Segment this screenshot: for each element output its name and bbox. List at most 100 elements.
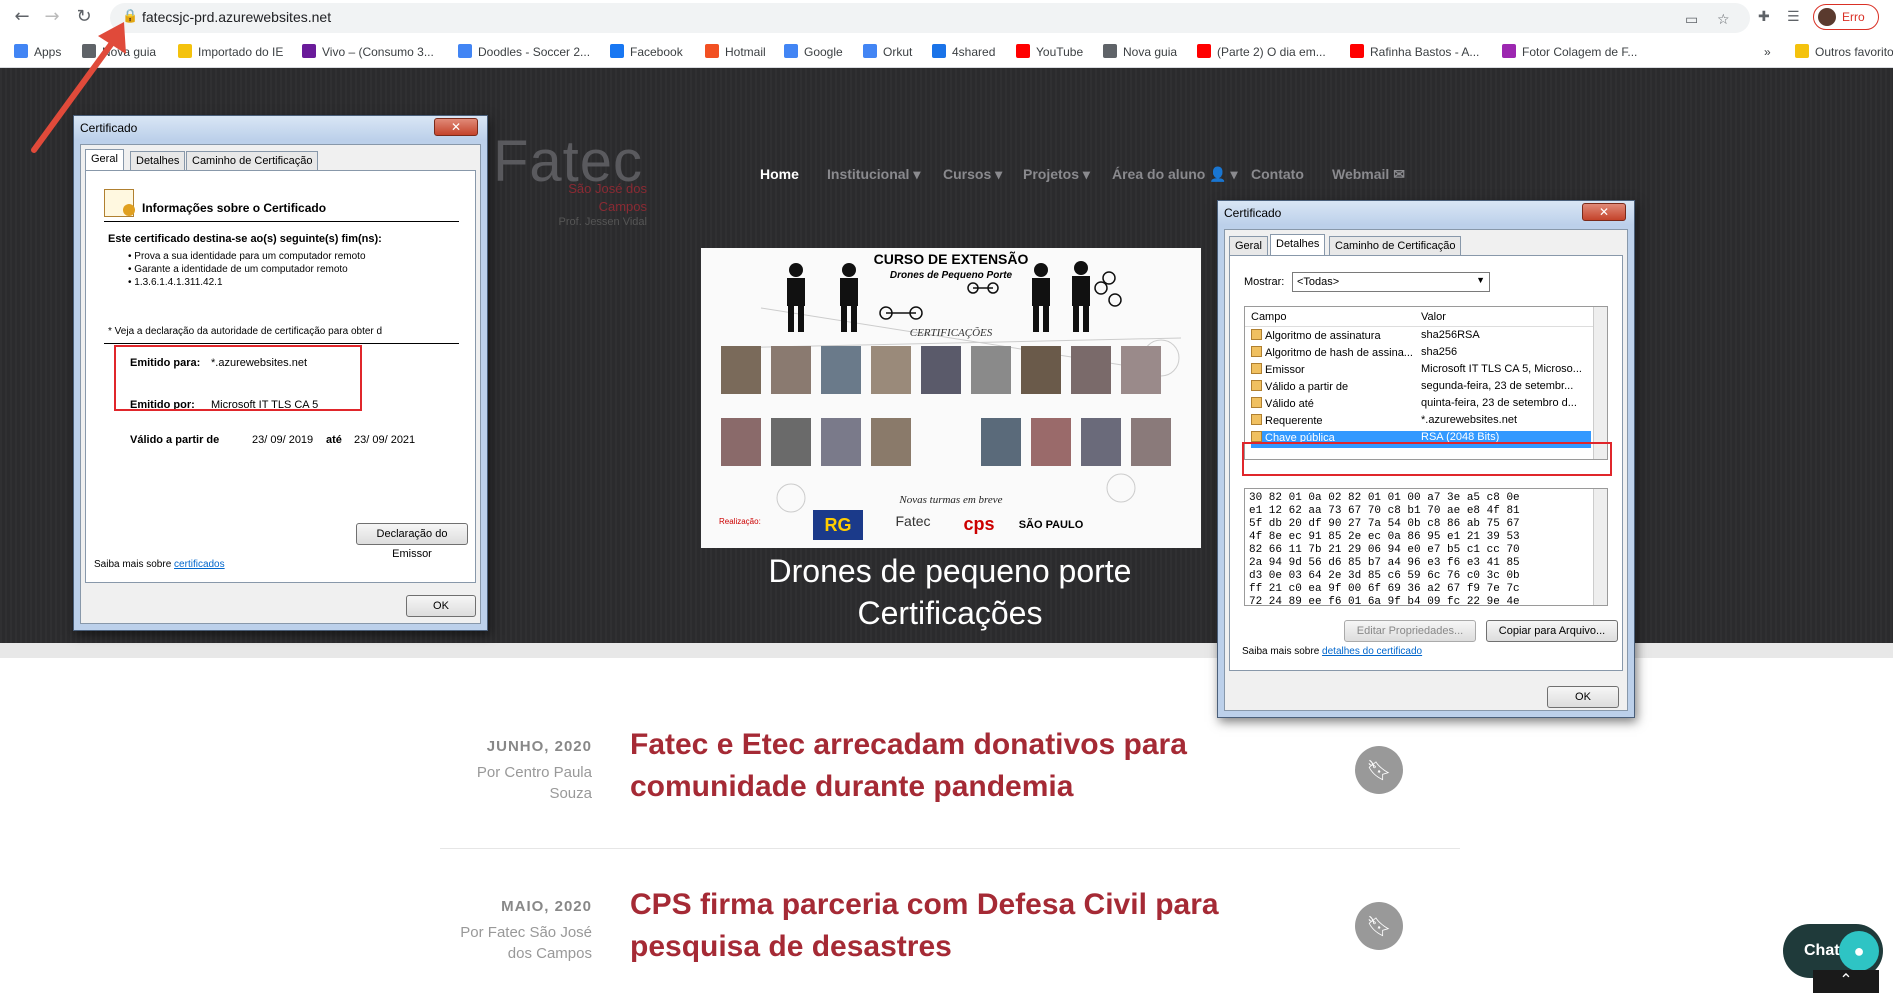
nav-item[interactable]: Home <box>760 166 799 182</box>
copy-to-file-button[interactable]: Copiar para Arquivo... <box>1486 620 1618 642</box>
bookmark-item[interactable]: » <box>1764 42 1771 62</box>
post-title[interactable]: CPS firma parceria com Defesa Civil para… <box>630 884 1250 968</box>
nav-item[interactable]: Área do aluno 👤 ▾ <box>1112 166 1238 183</box>
table-row[interactable]: Requerente *.azurewebsites.net <box>1251 414 1591 431</box>
field-name: Requerente <box>1265 415 1323 427</box>
ok-button[interactable]: OK <box>1547 686 1619 708</box>
post-author[interactable]: Por Fatec São José dos Campos <box>440 922 592 964</box>
extensions-icon[interactable]: ✚ <box>1758 9 1770 25</box>
address-bar[interactable]: 🔒 fatecsjc-prd.azurewebsites.net ▭ ☆ <box>110 3 1750 33</box>
drone-course-banner: CURSO DE EXTENSÃO Drones de Pequeno Port… <box>701 248 1201 548</box>
star-icon[interactable]: ☆ <box>1717 12 1730 28</box>
purpose-item: • Prova a sua identidade para um computa… <box>128 251 366 262</box>
bookmark-favicon-icon <box>1350 44 1364 58</box>
learn-more-text: Saiba mais sobre detalhes do certificado <box>1242 646 1422 657</box>
post-item: JUNHO, 2020 Por Centro Paula Souza Fatec… <box>440 724 1460 824</box>
hex-value-box[interactable]: 30 82 01 0a 02 82 01 01 00 a7 3e a5 c8 0… <box>1244 488 1608 606</box>
bookmark-favicon-icon <box>302 44 316 58</box>
close-icon[interactable]: ✕ <box>434 118 478 136</box>
bookmark-label: Hotmail <box>725 45 766 59</box>
window-titlebar: Certificado ✕ <box>74 116 487 140</box>
bookmark-icon[interactable]: 🔖︎ <box>1355 902 1403 950</box>
hex-line: ff 21 c0 ea 9f 00 6f 69 36 a2 67 f9 7e 7… <box>1249 583 1520 595</box>
nav-item[interactable]: Contato <box>1251 166 1304 182</box>
nav-item[interactable]: Projetos ▾ <box>1023 166 1090 183</box>
banner-title: CURSO DE EXTENSÃO <box>874 250 1029 267</box>
bookmark-item[interactable]: Outros favoritos <box>1795 42 1893 62</box>
purpose-list: • Prova a sua identidade para um computa… <box>128 250 366 289</box>
field-icon <box>1251 329 1262 340</box>
close-icon[interactable]: ✕ <box>1582 203 1626 221</box>
edit-properties-button[interactable]: Editar Propriedades... <box>1344 620 1476 642</box>
field-name: Algoritmo de hash de assina... <box>1265 347 1413 359</box>
bookmark-item[interactable]: Nova guia <box>1103 42 1177 62</box>
scrollbar[interactable] <box>1593 307 1607 459</box>
nav-item[interactable]: Webmail ✉ <box>1332 166 1405 183</box>
col-field[interactable]: Campo <box>1251 311 1286 323</box>
table-row[interactable]: Algoritmo de hash de assina... sha256 <box>1251 346 1591 363</box>
bookmark-item[interactable]: YouTube <box>1016 42 1083 62</box>
table-row[interactable]: Válido até quinta-feira, 23 de setembro d… <box>1251 397 1591 414</box>
show-select[interactable]: <Todas> ▼ <box>1292 272 1490 292</box>
learn-more-prefix: Saiba mais sobre <box>94 559 175 570</box>
bookmark-label: Outros favoritos <box>1815 45 1893 59</box>
post-author[interactable]: Por Centro Paula Souza <box>440 762 592 804</box>
table-row[interactable]: Emissor Microsoft IT TLS CA 5, Microso... <box>1251 363 1591 380</box>
post-date: JUNHO, 2020 <box>486 738 592 755</box>
field-name: Válido até <box>1265 398 1314 410</box>
scroll-top-button[interactable]: ⌃ <box>1813 970 1879 993</box>
chevron-down-icon: ▼ <box>1476 275 1485 285</box>
bookmark-item[interactable]: Fotor Colagem de F... <box>1502 42 1637 62</box>
bookmark-item[interactable]: Hotmail <box>705 42 766 62</box>
cert-details-link[interactable]: detalhes do certificado <box>1322 646 1422 657</box>
hex-line: 82 66 11 7b 21 29 06 94 e0 e7 b5 c1 cc 7… <box>1249 544 1520 556</box>
bookmark-item[interactable]: 4shared <box>932 42 995 62</box>
tab-caminho[interactable]: Caminho de Certificação <box>1329 236 1462 256</box>
scrollbar[interactable] <box>1593 489 1607 605</box>
tab-caminho[interactable]: Caminho de Certificação <box>186 151 319 171</box>
certificates-link[interactable]: certificados <box>174 559 225 570</box>
window-titlebar: Certificado ✕ <box>1218 201 1634 225</box>
cast-icon[interactable]: ▭ <box>1685 12 1698 28</box>
bookmark-label: Vivo – (Consumo 3... <box>322 45 434 59</box>
tab-detalhes[interactable]: Detalhes <box>1270 234 1326 256</box>
bookmark-item[interactable]: Importado do IE <box>178 42 283 62</box>
post-date: MAIO, 2020 <box>501 898 592 915</box>
bookmark-label: Fotor Colagem de F... <box>1522 45 1638 59</box>
svg-text:SÃO PAULO: SÃO PAULO <box>1019 518 1084 531</box>
logo-subtitle-line1: São José dos <box>568 181 647 196</box>
bookmark-item[interactable]: Orkut <box>863 42 912 62</box>
purpose-heading: Este certificado destina-se ao(s) seguin… <box>108 233 382 245</box>
col-value[interactable]: Valor <box>1421 311 1446 323</box>
field-value: sha256 <box>1421 346 1458 358</box>
tab-geral[interactable]: Geral <box>85 149 124 171</box>
svg-text:Fatec: Fatec <box>895 513 930 529</box>
hex-line: 72 24 89 ee f6 01 6a 9f b4 09 fc 22 9e 4… <box>1249 596 1520 606</box>
post-title[interactable]: Fatec e Etec arrecadam donativos para co… <box>630 724 1250 808</box>
avatar <box>1818 8 1836 26</box>
nav-item[interactable]: Cursos ▾ <box>943 166 1002 183</box>
highlight-box <box>114 345 362 411</box>
tab-detalhes[interactable]: Detalhes <box>130 151 186 171</box>
bookmark-item[interactable]: Vivo – (Consumo 3... <box>302 42 434 62</box>
ok-button[interactable]: OK <box>406 595 476 617</box>
fields-list[interactable]: Campo Valor Algoritmo de assinatura sha25… <box>1244 306 1608 460</box>
tab-geral[interactable]: Geral <box>1229 236 1268 256</box>
bookmark-icon[interactable]: 🔖︎ <box>1355 746 1403 794</box>
svg-text:RG: RG <box>825 515 852 535</box>
window-body: Geral Detalhes Caminho de Certificação I… <box>80 144 481 624</box>
bookmark-item[interactable]: (Parte 2) O dia em... <box>1197 42 1326 62</box>
profile-error-button[interactable]: Erro <box>1813 4 1879 30</box>
bookmark-item[interactable]: Google <box>784 42 843 62</box>
table-row[interactable]: Algoritmo de assinatura sha256RSA <box>1251 329 1591 346</box>
issuer-statement-button[interactable]: Declaração do Emissor <box>356 523 468 560</box>
reading-list-icon[interactable]: ☰ <box>1787 9 1800 25</box>
bookmark-item[interactable]: Doodles - Soccer 2... <box>458 42 590 62</box>
url-text: fatecsjc-prd.azurewebsites.net <box>142 9 332 25</box>
nav-item[interactable]: Institucional ▾ <box>827 166 920 183</box>
bookmark-label: » <box>1764 45 1771 59</box>
bookmark-item[interactable]: Rafinha Bastos - A... <box>1350 42 1479 62</box>
table-row[interactable]: Válido a partir de segunda-feira, 23 de s… <box>1251 380 1591 397</box>
bookmark-item[interactable]: Facebook <box>610 42 683 62</box>
bookmark-favicon-icon <box>784 44 798 58</box>
